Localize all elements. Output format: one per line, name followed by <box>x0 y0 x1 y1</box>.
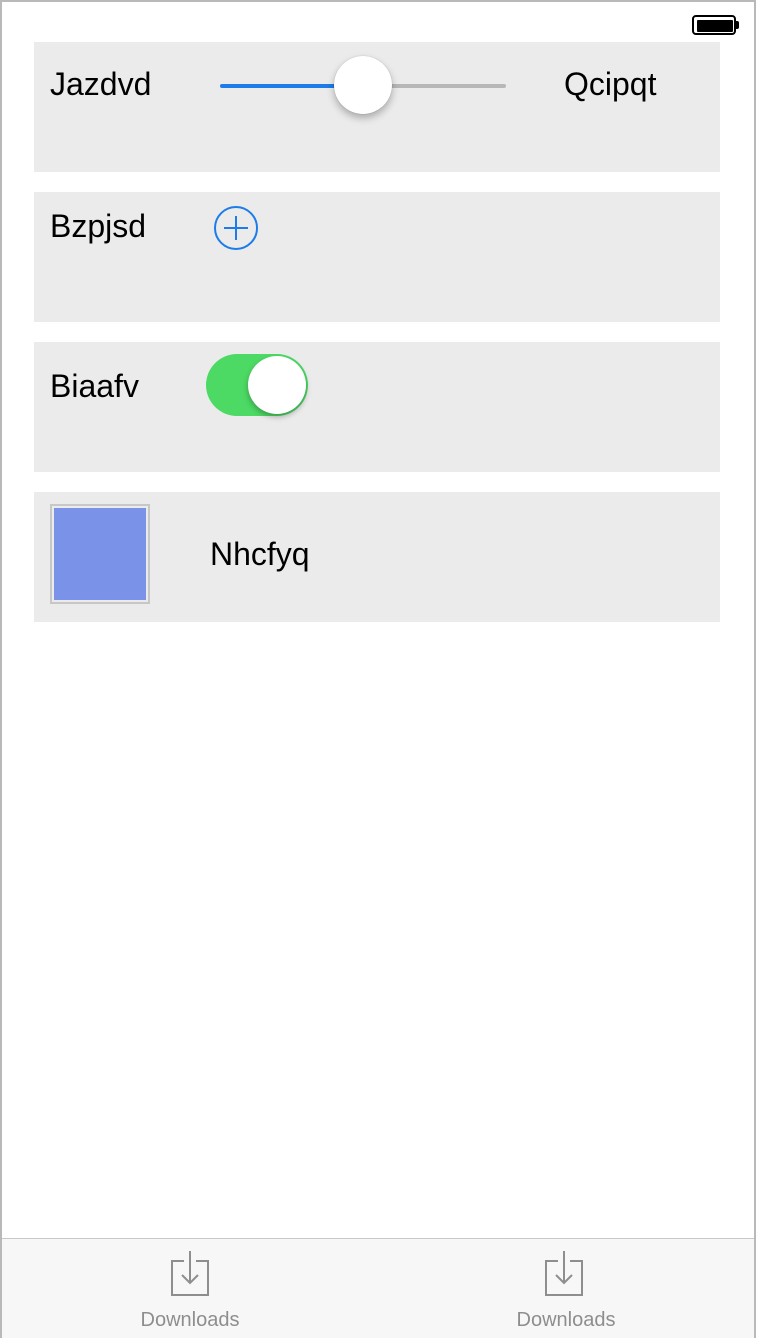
download-icon <box>545 1251 583 1296</box>
slider-max-label: Qcipqt <box>564 66 657 102</box>
tab-label: Downloads <box>140 1309 240 1331</box>
toggle-switch[interactable] <box>206 354 308 416</box>
add-row: Bzpjsd <box>34 192 720 322</box>
color-swatch[interactable] <box>50 504 150 604</box>
slider-thumb[interactable] <box>334 56 392 114</box>
color-row: Nhcfyq <box>34 492 720 622</box>
toggle-knob[interactable] <box>248 356 306 414</box>
slider[interactable] <box>220 56 506 114</box>
add-row-label: Bzpjsd <box>50 208 147 244</box>
download-icon <box>171 1251 209 1296</box>
toggle-row-label: Biaafv <box>50 368 139 404</box>
slider-row: Jazdvd Qcipqt <box>34 42 720 172</box>
tab-downloads-1[interactable]: Downloads <box>2 1239 378 1339</box>
add-button[interactable] <box>214 206 258 250</box>
tab-bar: Downloads Downloads <box>2 1238 754 1338</box>
color-row-label: Nhcfyq <box>210 536 310 572</box>
color-swatch-fill <box>54 508 146 600</box>
tab-downloads-2[interactable]: Downloads <box>378 1239 754 1339</box>
battery-icon <box>692 15 739 35</box>
tab-label: Downloads <box>516 1309 616 1331</box>
slider-min-label: Jazdvd <box>50 66 152 102</box>
toggle-row: Biaafv <box>34 342 720 472</box>
device-frame: Jazdvd Qcipqt Bzpjsd Biaafv Nhcfyq Downl… <box>0 0 756 1338</box>
